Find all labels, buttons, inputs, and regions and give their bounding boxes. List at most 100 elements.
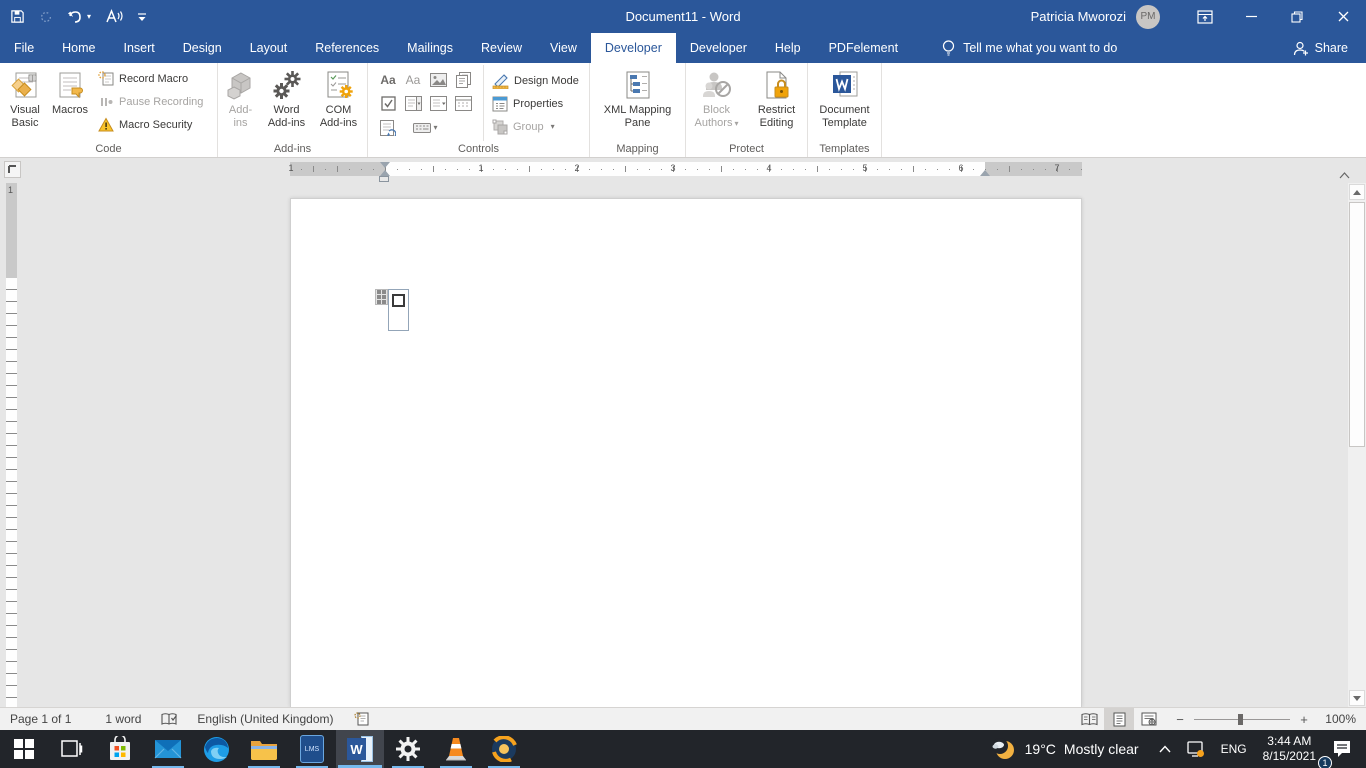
repeating-section-content-control-button[interactable] — [376, 116, 400, 139]
zoom-out-button[interactable]: − — [1174, 712, 1186, 727]
tab-file[interactable]: File — [0, 33, 48, 63]
minimize-button[interactable] — [1228, 0, 1274, 33]
properties-button[interactable]: Properties — [492, 92, 579, 115]
design-mode-button[interactable]: Design Mode — [492, 69, 579, 92]
weather-widget[interactable]: 19°C Mostly clear — [979, 737, 1151, 761]
tab-developer-active[interactable]: Developer — [591, 33, 676, 63]
action-center-button[interactable]: 1 — [1324, 730, 1366, 768]
vlc-cone-icon — [444, 736, 468, 762]
tab-help[interactable]: Help — [761, 33, 815, 63]
undo-dropdown[interactable]: ▾ — [87, 12, 91, 21]
taskbar-apps: LMS W — [0, 730, 528, 768]
drop-down-list-icon — [430, 96, 447, 111]
page-count[interactable]: Page 1 of 1 — [0, 708, 81, 730]
word-add-ins-label: Word Add-ins — [264, 104, 310, 130]
tab-home[interactable]: Home — [48, 33, 109, 63]
document-page[interactable] — [290, 198, 1082, 707]
language-indicator[interactable]: ENG — [1213, 730, 1255, 768]
plain-text-content-control-button[interactable]: Aa — [401, 68, 425, 91]
undo-button[interactable]: ▾ — [67, 10, 91, 24]
clock[interactable]: 3:44 AM 8/15/2021 — [1255, 734, 1324, 764]
picture-content-control-button[interactable] — [426, 68, 450, 91]
scroll-down-button[interactable] — [1349, 690, 1365, 706]
zoom-slider[interactable] — [1194, 714, 1290, 725]
word-icon-letter: W — [347, 738, 366, 760]
rich-text-content-control-button[interactable]: Aa — [376, 68, 400, 91]
edge-button[interactable] — [192, 730, 240, 768]
tab-view[interactable]: View — [536, 33, 591, 63]
tray-app-button[interactable] — [1179, 730, 1213, 768]
left-indent-marker[interactable] — [379, 176, 389, 182]
vertical-scrollbar[interactable] — [1348, 183, 1366, 707]
combo-box-content-control-button[interactable] — [401, 92, 425, 115]
zoom-level[interactable]: 100% — [1318, 712, 1356, 726]
word-app-icon: W — [347, 735, 373, 763]
word-taskbar-button[interactable]: W — [336, 730, 384, 768]
tab-mailings[interactable]: Mailings — [393, 33, 467, 63]
ribbon-display-options-button[interactable] — [1182, 0, 1228, 33]
collapse-ribbon-button[interactable] — [1336, 170, 1352, 180]
legacy-tools-button[interactable]: ▾ — [401, 116, 450, 139]
tell-me-box[interactable]: Tell me what you want to do — [928, 33, 1131, 63]
restrict-editing-button[interactable]: Restrict Editing — [749, 65, 805, 141]
word-count[interactable]: 1 word — [95, 708, 151, 730]
mail-button[interactable] — [144, 730, 192, 768]
customize-qat-button[interactable] — [137, 12, 147, 22]
save-button[interactable] — [10, 9, 25, 24]
document-template-button[interactable]: Document Template — [811, 65, 879, 141]
checkbox-control-square[interactable] — [392, 294, 405, 307]
tab-references[interactable]: References — [301, 33, 393, 63]
close-button[interactable] — [1320, 0, 1366, 33]
language-status[interactable]: English (United Kingdom) — [187, 708, 343, 730]
task-view-icon — [60, 738, 84, 760]
right-indent-marker[interactable] — [980, 170, 990, 176]
print-layout-button[interactable] — [1104, 708, 1134, 730]
restore-button[interactable] — [1274, 0, 1320, 33]
first-line-indent-marker[interactable] — [380, 162, 390, 168]
date-picker-content-control-button[interactable] — [451, 92, 475, 115]
record-macro-button[interactable]: Record Macro — [98, 67, 203, 90]
signed-in-user[interactable]: Patricia Mworozi — [1031, 9, 1126, 24]
tab-design[interactable]: Design — [169, 33, 236, 63]
scrollbar-thumb[interactable] — [1349, 202, 1365, 447]
circular-app-button[interactable] — [480, 730, 528, 768]
macro-recording-status[interactable] — [344, 708, 379, 730]
tab-stop-selector[interactable] — [4, 161, 21, 178]
macro-security-button[interactable]: Macro Security — [98, 113, 203, 136]
vlc-button[interactable] — [432, 730, 480, 768]
visual-basic-button[interactable]: Visual Basic — [2, 65, 48, 141]
check-box-content-control-button[interactable] — [376, 92, 400, 115]
tab-review[interactable]: Review — [467, 33, 536, 63]
start-button[interactable] — [0, 730, 48, 768]
lms-app-button[interactable]: LMS — [288, 730, 336, 768]
tab-developer-2[interactable]: Developer — [676, 33, 761, 63]
tab-pdfelement[interactable]: PDFelement — [815, 33, 912, 63]
content-control-handle[interactable] — [375, 289, 388, 305]
scroll-up-button[interactable] — [1349, 184, 1365, 200]
checkbox-content-control[interactable] — [388, 289, 409, 331]
building-block-gallery-button[interactable] — [451, 68, 475, 91]
tab-layout[interactable]: Layout — [236, 33, 302, 63]
task-view-button[interactable] — [48, 730, 96, 768]
web-layout-button[interactable] — [1134, 708, 1164, 730]
xml-mapping-pane-icon — [624, 69, 652, 101]
drop-down-list-content-control-button[interactable] — [426, 92, 450, 115]
xml-mapping-pane-button[interactable]: XML Mapping Pane — [594, 65, 682, 141]
proofing-status[interactable] — [151, 708, 187, 730]
com-add-ins-button[interactable]: COM Add-ins — [316, 65, 362, 141]
file-explorer-button[interactable] — [240, 730, 288, 768]
word-add-ins-button[interactable]: Word Add-ins — [264, 65, 310, 141]
tab-insert[interactable]: Insert — [110, 33, 169, 63]
read-aloud-button[interactable] — [105, 9, 123, 24]
avatar[interactable]: PM — [1136, 5, 1160, 29]
settings-button[interactable] — [384, 730, 432, 768]
share-button[interactable]: Share — [1275, 33, 1366, 63]
macros-button[interactable]: Macros — [48, 65, 92, 141]
group-label-code: Code — [0, 143, 217, 155]
zoom-in-button[interactable]: + — [1298, 712, 1310, 727]
zoom-slider-thumb[interactable] — [1238, 714, 1243, 725]
read-mode-button[interactable] — [1074, 708, 1104, 730]
microsoft-store-button[interactable] — [96, 730, 144, 768]
taskbar-tray: 19°C Mostly clear ENG 3:44 AM 8/15/2021 … — [979, 730, 1366, 768]
hidden-icons-button[interactable] — [1151, 730, 1179, 768]
